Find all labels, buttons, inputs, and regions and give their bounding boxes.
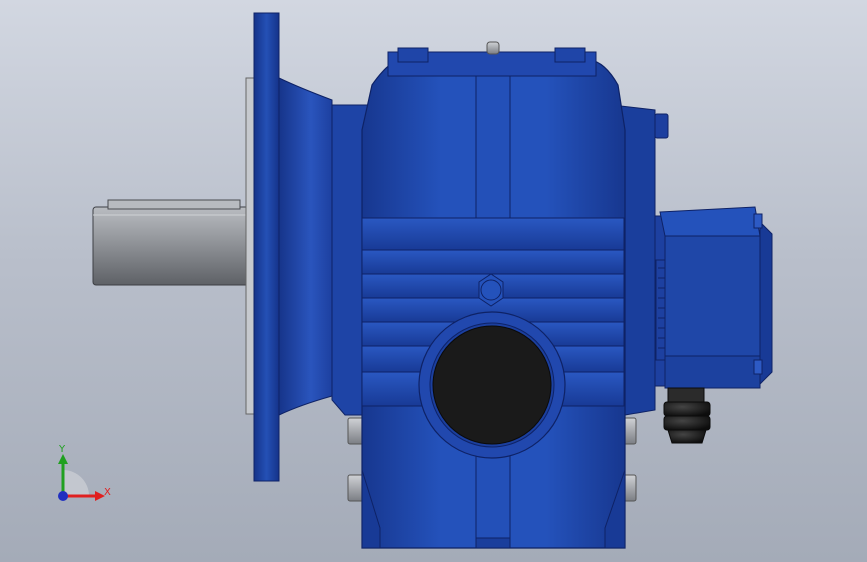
mounting-flange[interactable] [245,12,333,482]
input-motor[interactable] [654,206,773,389]
graphics-viewport[interactable]: Y X [0,0,867,562]
z-axis-dot [58,491,68,501]
x-axis-label: X [104,487,111,498]
y-axis-label: Y [59,444,66,455]
vent-plug [654,113,669,139]
shaft-key [107,199,241,210]
gearbox-housing[interactable] [361,41,626,549]
output-bore[interactable] [418,311,566,459]
triad-graphic [58,454,105,501]
gear-reducer-model[interactable] [0,0,867,562]
cable-gland[interactable] [663,387,711,444]
breather-plug [486,41,500,55]
output-shaft[interactable] [92,199,254,286]
coordinate-triad[interactable]: Y X [40,440,130,520]
